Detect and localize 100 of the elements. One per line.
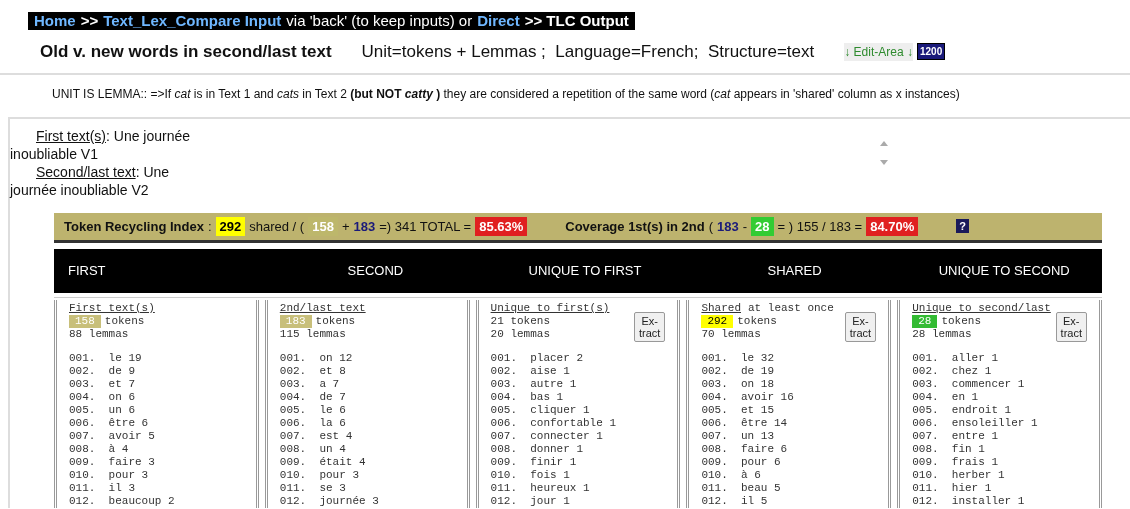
stat-number: 183 xyxy=(717,217,739,236)
lemma-count: 115 lemmas xyxy=(279,328,347,341)
column-title: Shared xyxy=(701,302,741,315)
lemma-row-text: 012. beaucoup 2 xyxy=(69,495,176,508)
column-title: First text(s) xyxy=(69,302,155,315)
lemma-row-text: 004. bas 1 xyxy=(490,391,565,404)
rule-note: UNIT IS LEMMA:: =>If cat is in Text 1 and cats in Text 2 (but NOT catty ) they are considered a repetition of the same word (cat appears in 'shared' column as x instances) xyxy=(52,85,961,103)
nav-link[interactable]: Text_Lex_Compare Input xyxy=(103,12,282,30)
lemma-row-text: 001. on 12 xyxy=(279,352,354,365)
lemma-count: 28 lemmas xyxy=(912,328,973,341)
stat-badge: 84.70% xyxy=(866,216,919,236)
help-button[interactable]: ? xyxy=(956,219,969,234)
lemma-row-text: 003. et 7 xyxy=(69,378,136,391)
lemma-row-text: 004. avoir 16 xyxy=(701,391,795,404)
column-header: SECOND xyxy=(346,262,405,281)
lemma-row-text: 005. un 6 xyxy=(69,404,136,417)
token-count: 28 xyxy=(912,315,938,328)
lemma-row-text: 006. être 14 xyxy=(701,417,789,430)
lemma-row-text: 004. de 7 xyxy=(279,391,347,404)
column-header: FIRST xyxy=(67,262,107,281)
token-label: tokens xyxy=(315,315,356,328)
column-title: Unique to second/last xyxy=(912,302,1051,315)
lemma-count: 88 lemmas xyxy=(69,328,130,341)
lemma-row-text: 002. chez 1 xyxy=(912,365,993,378)
column-header: SHARED xyxy=(766,262,823,281)
token-label: 21 tokens xyxy=(490,315,550,328)
column-header: UNIQUE TO SECOND xyxy=(937,262,1071,281)
stat-badge: 158 xyxy=(308,216,338,236)
stat-badge: 28 xyxy=(751,216,774,236)
lemma-row-text: 004. on 6 xyxy=(69,391,136,404)
stat-label: Coverage 1st(s) in 2nd xyxy=(565,217,705,236)
lemma-count: 20 lemmas xyxy=(490,328,551,341)
lemma-row-text: 002. de 9 xyxy=(69,365,136,378)
lemma-row-text: 005. et 15 xyxy=(701,404,775,417)
column-title: Unique to first(s) xyxy=(490,302,610,315)
lemma-row-text: 011. hier 1 xyxy=(912,482,993,495)
lemma-row-text: 006. être 6 xyxy=(69,417,150,430)
lemma-row-text: 002. de 19 xyxy=(701,365,775,378)
edit-area-link[interactable]: ↓ Edit-Area ↓ xyxy=(844,42,913,61)
nav-separator: >> TLC Output xyxy=(524,12,629,30)
extract-button[interactable]: Ex- tract xyxy=(844,312,877,342)
lemma-row-text: 012. journée 3 xyxy=(279,495,380,508)
extract-button[interactable]: Ex- tract xyxy=(1055,312,1087,342)
lemma-row-text: 007. connecter 1 xyxy=(490,430,604,443)
column-title-suffix: at least once xyxy=(748,302,834,315)
stat-number: 183 xyxy=(353,217,376,236)
lemma-row-text: 006. la 6 xyxy=(279,417,347,430)
nav-link[interactable]: Direct xyxy=(477,12,520,30)
nav-text: via 'back' (to keep inputs) or xyxy=(286,12,473,30)
stat-text: : xyxy=(207,217,212,236)
text-name: First text(s): Une journée inoubliable V1 xyxy=(10,126,192,163)
lemma-row-text: 002. et 8 xyxy=(279,365,347,378)
lemma-row-text: 009. pour 6 xyxy=(701,456,782,469)
token-label: tokens xyxy=(941,315,981,328)
lemma-row-text: 005. le 6 xyxy=(279,404,347,417)
lemma-row-text: 001. aller 1 xyxy=(912,352,999,365)
token-label: tokens xyxy=(104,315,145,328)
lemma-row-text: 005. endroit 1 xyxy=(912,404,1013,417)
lemma-row-text: 008. donner 1 xyxy=(490,443,584,456)
lemma-row-text: 010. pour 3 xyxy=(279,469,360,482)
lemma-row-text: 004. en 1 xyxy=(912,391,980,404)
lemma-row-text: 011. se 3 xyxy=(279,482,347,495)
stat-text: shared / ( xyxy=(249,217,305,236)
lemma-row-text: 010. fois 1 xyxy=(490,469,571,482)
lemma-row-text: 001. placer 2 xyxy=(490,352,584,365)
lemma-row-text: 010. herber 1 xyxy=(912,469,1006,482)
page-title: Old v. new words in second/last text xyxy=(40,41,332,63)
lemma-row-text: 008. à 4 xyxy=(69,443,130,456)
lemma-row-text: 007. entre 1 xyxy=(912,430,999,443)
lemma-row-text: 012. jour 1 xyxy=(490,495,571,508)
token-count: 292 xyxy=(701,315,734,328)
lemma-count: 70 lemmas xyxy=(701,328,762,341)
scroll-arrows-icon xyxy=(880,140,888,165)
text-name: Second/last text: Une journée inoubliable V2 xyxy=(10,162,171,199)
lemma-row-text: 010. pour 3 xyxy=(69,469,150,482)
extract-button[interactable]: Ex- tract xyxy=(634,312,666,342)
stat-text: =) 341 TOTAL = xyxy=(379,217,472,236)
stat-text: + xyxy=(341,217,350,236)
lemma-row-text: 008. un 4 xyxy=(279,443,347,456)
stat-text: - xyxy=(742,217,748,236)
stat-badge: 85.63% xyxy=(475,216,528,236)
stat-text: = ) 155 / 183 = xyxy=(777,217,863,236)
lemma-row-text: 009. frais 1 xyxy=(912,456,999,469)
stat-label: Token Recycling Index xyxy=(64,217,204,236)
lemma-row-text: 003. autre 1 xyxy=(490,378,578,391)
lemma-row-text: 008. fin 1 xyxy=(912,443,986,456)
nav-separator: >> xyxy=(80,12,99,30)
token-label: tokens xyxy=(737,315,777,328)
lemma-row-text: 012. il 5 xyxy=(701,495,769,508)
settings-text: Unit=tokens + Lemmas ; Language=French; Structure=text xyxy=(361,41,815,63)
lemma-row-text: 005. cliquer 1 xyxy=(490,404,591,417)
lemma-row-text: 011. il 3 xyxy=(69,482,136,495)
lemma-row-text: 006. ensoleiller 1 xyxy=(912,417,1039,430)
lemma-row-text: 001. le 19 xyxy=(69,352,143,365)
lemma-row-text: 008. faire 6 xyxy=(701,443,789,456)
nav-link[interactable]: Home xyxy=(34,12,76,30)
lemma-row-text: 003. on 18 xyxy=(701,378,775,391)
lemma-row-text: 007. avoir 5 xyxy=(69,430,156,443)
lemma-row-text: 011. beau 5 xyxy=(701,482,782,495)
stat-badge: 292 xyxy=(215,216,246,236)
